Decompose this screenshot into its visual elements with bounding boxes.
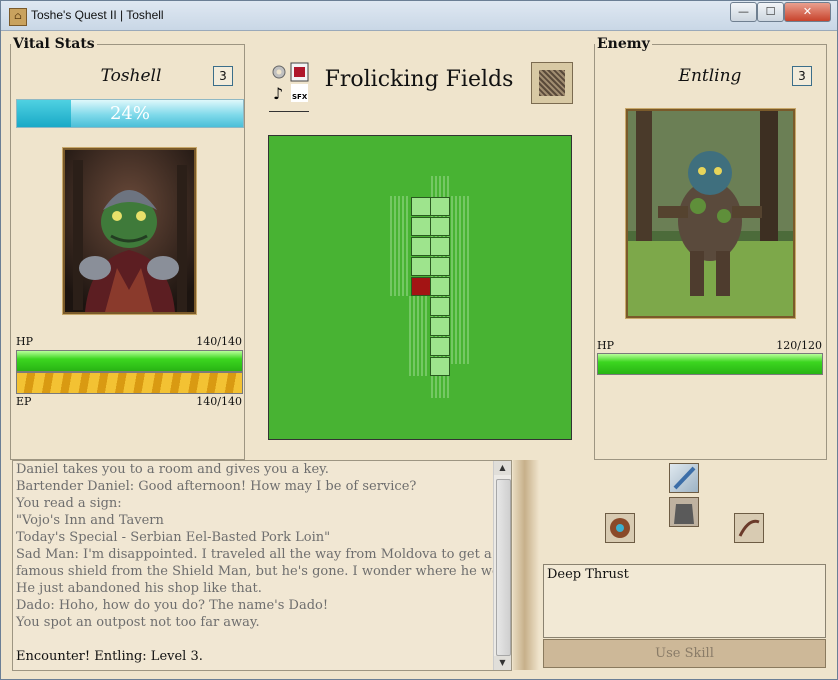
enemy-name: Entling — [678, 66, 742, 86]
log-line: Bartender Daniel: Good afternoon! How ma… — [16, 479, 417, 494]
player-level: 3 — [213, 66, 233, 86]
player-ep-value: 140/140 — [196, 395, 242, 408]
player-ep-label: EP — [16, 395, 32, 408]
area-name: Frolicking Fields — [324, 67, 514, 92]
player-portrait-image — [65, 150, 194, 312]
game-window: ⌂ Toshe's Quest II | Toshell — ☐ ✕ Vital… — [0, 0, 838, 680]
options-divider — [269, 105, 309, 112]
xp-percent: 24% — [109, 103, 150, 124]
map-tile[interactable] — [430, 317, 450, 336]
music-toggle-icon[interactable]: ♪ — [269, 83, 288, 103]
world-map-button[interactable] — [531, 62, 573, 104]
map-tile[interactable] — [430, 237, 450, 256]
xp-bar: 24% — [16, 99, 244, 128]
maximize-button[interactable]: ☐ — [757, 2, 784, 22]
message-log-lines: Daniel takes you to a room and gives you… — [16, 461, 512, 665]
message-log[interactable]: Daniel takes you to a room and gives you… — [12, 460, 512, 671]
map-tile[interactable] — [430, 337, 450, 356]
map-tile[interactable] — [430, 257, 450, 276]
enemy-portrait-image — [628, 111, 793, 316]
enemy-portrait — [626, 109, 795, 318]
svg-text:♪: ♪ — [273, 84, 283, 103]
enemy-hp-value: 120/120 — [776, 339, 822, 352]
log-line: You spot an outpost not too far away. — [16, 615, 260, 630]
map-tile[interactable] — [430, 217, 450, 236]
app-icon: ⌂ — [9, 8, 27, 26]
map-tile[interactable] — [430, 197, 450, 216]
enemy-hp-label: HP — [597, 339, 614, 352]
player-position-tile[interactable] — [411, 277, 431, 296]
sword-skill-icon[interactable] — [669, 463, 699, 493]
player-ep-bar — [16, 372, 243, 394]
area-map[interactable] — [268, 135, 572, 440]
map-fog — [409, 296, 429, 376]
player-hp-bar — [16, 350, 243, 372]
log-scrollbar[interactable]: ▲ ▼ — [493, 461, 511, 670]
scroll-down-arrow[interactable]: ▼ — [494, 656, 511, 670]
log-line: Encounter! Entling: Level 3. — [16, 649, 203, 664]
player-hp-label: HP — [16, 335, 33, 348]
map-tile[interactable] — [411, 237, 431, 256]
log-line: Sad Man: I'm disappointed. I traveled al… — [16, 547, 512, 562]
use-skill-button[interactable]: Use Skill — [543, 639, 826, 668]
enemy-hp-bar — [597, 353, 823, 375]
scroll-thumb[interactable] — [496, 479, 511, 656]
log-line: You read a sign: — [16, 496, 122, 511]
svg-text:SFX: SFX — [292, 93, 308, 101]
shield-skill-icon[interactable] — [605, 513, 635, 543]
settings-icon[interactable] — [269, 62, 288, 82]
scroll-up-arrow[interactable]: ▲ — [494, 461, 511, 475]
map-tile[interactable] — [430, 357, 450, 376]
weapon-skill-icon[interactable] — [734, 513, 764, 543]
log-line: He just abandoned his shop like that. — [16, 581, 262, 596]
enemy-level: 3 — [792, 66, 812, 86]
minimize-button[interactable]: — — [730, 2, 757, 22]
player-hp-value: 140/140 — [196, 335, 242, 348]
vital-stats-title: Vital Stats — [13, 36, 95, 52]
map-fog — [451, 196, 471, 364]
enemy-title: Enemy — [597, 36, 650, 52]
map-fog — [390, 196, 410, 296]
armor-skill-icon[interactable] — [669, 497, 699, 527]
player-name: Toshell — [100, 66, 162, 86]
map-tile[interactable] — [411, 217, 431, 236]
close-button[interactable]: ✕ — [784, 2, 831, 22]
log-line: Dado: Hoho, how do you do? The name's Da… — [16, 598, 329, 613]
log-line: Today's Special - Serbian Eel-Basted Por… — [16, 530, 331, 545]
decorative-scrollwork — [513, 460, 539, 670]
map-tile[interactable] — [430, 297, 450, 316]
log-line: famous shield from the Shield Man, but h… — [16, 564, 512, 579]
skill-description: Deep Thrust — [543, 564, 826, 638]
map-icon — [539, 70, 565, 96]
map-tile[interactable] — [430, 277, 450, 296]
map-tile[interactable] — [411, 197, 431, 216]
map-tile[interactable] — [411, 257, 431, 276]
log-line: Daniel takes you to a room and gives you… — [16, 462, 329, 477]
log-line: "Vojo's Inn and Tavern — [16, 513, 164, 528]
player-portrait — [63, 148, 196, 314]
title-bar: ⌂ Toshe's Quest II | Toshell — ☐ ✕ — [1, 1, 837, 31]
window-title: Toshe's Quest II | Toshell — [31, 8, 164, 22]
